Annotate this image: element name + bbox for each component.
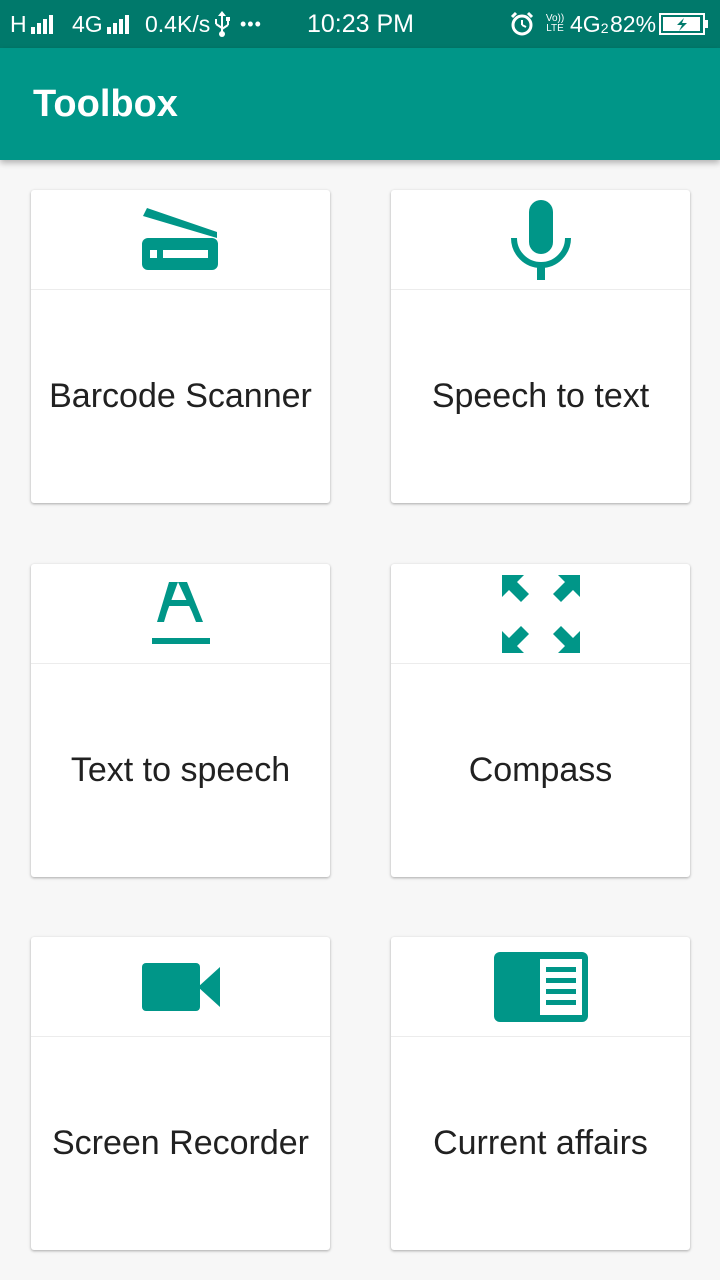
status-bar: H 4G 0.4K/s ••• 10:23 PM Vo)) LTE 4G 2 8… <box>0 0 720 48</box>
videocam-icon <box>141 962 220 1011</box>
tool-card-barcode-scanner[interactable]: Barcode Scanner <box>31 190 330 503</box>
card-label: Speech to text <box>431 377 650 415</box>
alarm-icon <box>509 0 535 48</box>
clock: 10:23 PM <box>307 9 415 38</box>
tool-card-speech-to-text[interactable]: Speech to text <box>391 190 690 503</box>
card-icon-area <box>31 937 330 1036</box>
fullscreen-arrows-icon <box>501 574 580 653</box>
usb-icon <box>213 0 231 48</box>
network-type-h: H <box>10 10 27 37</box>
battery-charging-icon <box>659 0 709 48</box>
card-icon-area <box>391 937 690 1036</box>
card-label: Screen Recorder <box>51 1124 309 1162</box>
network-type-4g: 4G <box>72 10 103 37</box>
card-label: Text to speech <box>70 751 291 789</box>
tool-card-compass[interactable]: Compass <box>391 564 690 877</box>
network-type-4g-secondary: 4G 2 <box>570 0 608 48</box>
network-indicator: H <box>10 0 53 48</box>
app-bar: Toolbox <box>0 48 720 160</box>
battery-percent: 82% <box>610 10 657 37</box>
network-type-label: 4G <box>570 10 601 37</box>
volte-indicator: Vo)) LTE <box>545 13 565 34</box>
sim-slot-label: 2 <box>600 20 609 36</box>
signal-icon <box>30 14 53 34</box>
scanner-icon <box>141 207 218 270</box>
network-indicator-4g: 4G <box>72 0 129 48</box>
signal-icon <box>106 14 129 34</box>
more-notifications-icon: ••• <box>240 13 262 34</box>
card-label: Current affairs <box>433 1124 648 1162</box>
card-icon-area <box>391 190 690 289</box>
network-speed: 0.4K/s <box>145 10 211 37</box>
tool-card-text-to-speech[interactable]: Text to speech <box>31 564 330 877</box>
text-format-icon <box>151 581 210 644</box>
microphone-icon <box>510 199 571 280</box>
chrome-reader-icon <box>493 951 588 1022</box>
tool-card-current-affairs[interactable]: Current affairs <box>391 937 690 1250</box>
card-icon-area <box>391 564 690 663</box>
card-icon-area <box>31 564 330 663</box>
tool-card-screen-recorder[interactable]: Screen Recorder <box>31 937 330 1250</box>
card-icon-area <box>31 190 330 289</box>
card-label: Compass <box>468 751 613 789</box>
card-label: Barcode Scanner <box>49 377 312 415</box>
page-title: Toolbox <box>33 82 178 125</box>
